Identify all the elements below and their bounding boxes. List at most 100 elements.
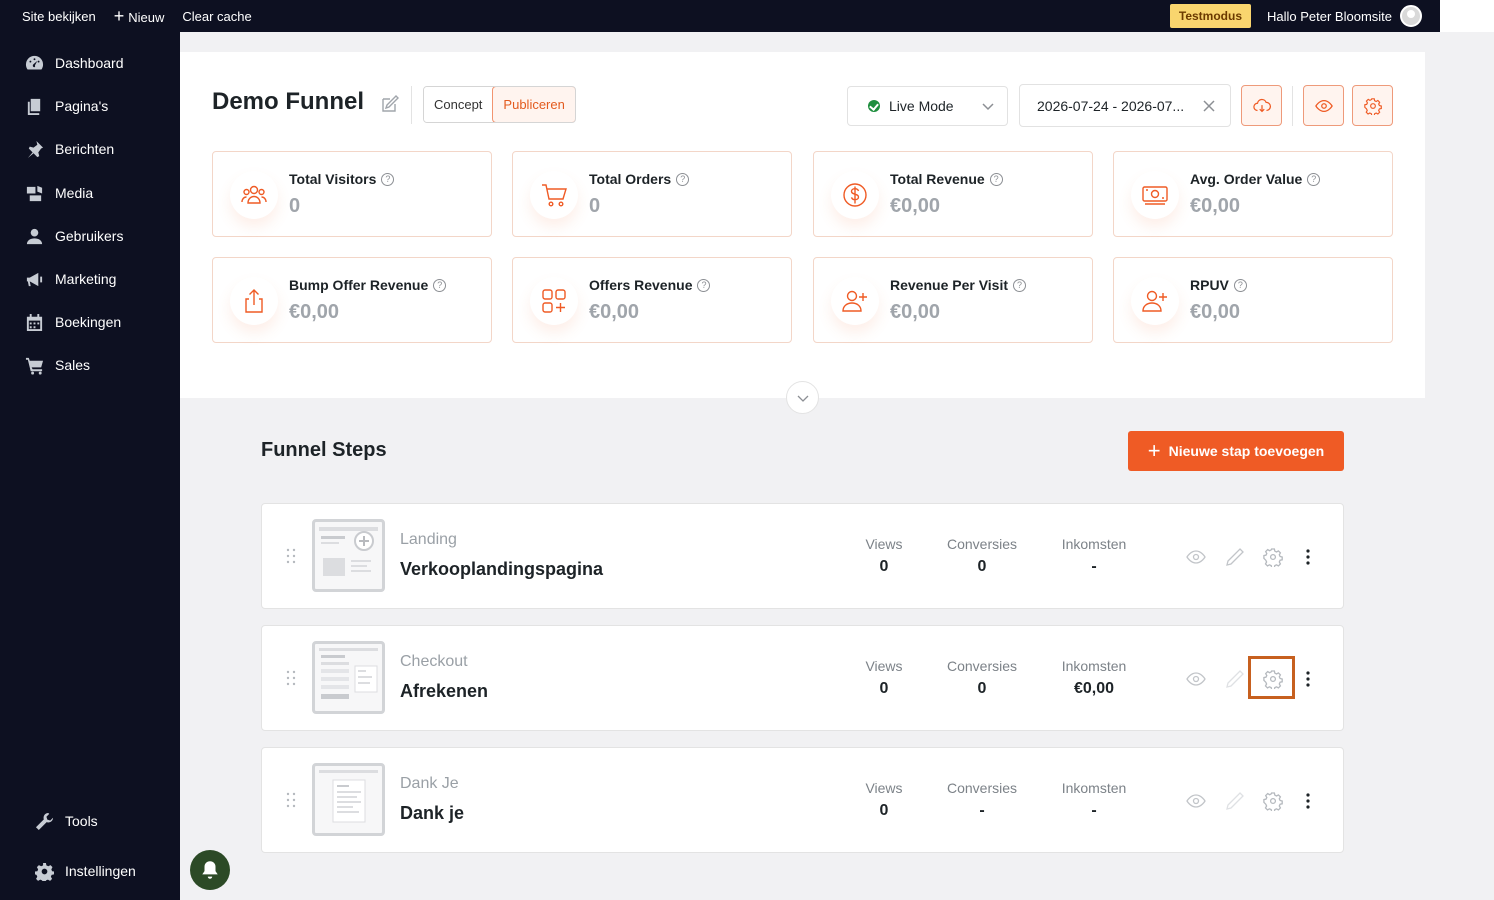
stat-card-total-visitors: Total Visitors? 0 xyxy=(212,151,492,237)
section-title: Funnel Steps xyxy=(261,439,387,461)
status-publish-option[interactable]: Publiceren xyxy=(492,87,575,122)
pencil-icon[interactable] xyxy=(1224,790,1246,812)
views-metric: Views 0 xyxy=(865,780,903,819)
stat-card-bump-offer-revenue: Bump Offer Revenue? €0,00 xyxy=(212,257,492,343)
user-greeting[interactable]: Hallo Peter Bloomsite xyxy=(1267,9,1392,24)
testmode-badge[interactable]: Testmodus xyxy=(1169,4,1251,28)
stat-value: €0,00 xyxy=(890,301,941,323)
drag-handle-icon[interactable] xyxy=(286,670,296,686)
thankyou-page-thumbnail[interactable] xyxy=(312,763,385,836)
cash-icon xyxy=(1131,171,1179,219)
gear-icon[interactable] xyxy=(1262,790,1284,812)
sidebar-item-bookings[interactable]: Boekingen xyxy=(24,312,121,332)
more-vertical-icon[interactable] xyxy=(1297,668,1319,690)
sidebar-item-dashboard[interactable]: Dashboard xyxy=(24,53,124,73)
status-toggle: Concept Publiceren xyxy=(423,86,576,123)
more-vertical-icon[interactable] xyxy=(1297,790,1319,812)
sidebar-item-users[interactable]: Gebruikers xyxy=(24,226,123,246)
bell-icon xyxy=(202,861,218,879)
user-plus-icon xyxy=(1131,277,1179,325)
pencil-icon[interactable] xyxy=(1224,546,1246,568)
user-icon xyxy=(24,226,44,246)
funnel-step-row: Checkout Afrekenen Views 0 Conversies 0 … xyxy=(261,625,1344,731)
cart-icon xyxy=(24,355,44,375)
collapse-toggle-button[interactable] xyxy=(786,381,819,414)
help-icon[interactable]: ? xyxy=(433,278,447,292)
drag-handle-icon[interactable] xyxy=(286,792,296,808)
avatar[interactable] xyxy=(1400,5,1422,27)
status-concept-option[interactable]: Concept xyxy=(424,87,493,122)
export-button[interactable] xyxy=(1241,85,1282,126)
cloud-download-icon xyxy=(1252,98,1271,112)
sidebar-item-sales[interactable]: Sales xyxy=(24,355,90,375)
conversions-metric: Conversies 0 xyxy=(946,536,1018,575)
sidebar-item-media[interactable]: Media xyxy=(24,183,93,203)
landing-page-thumbnail[interactable] xyxy=(312,519,385,592)
funnel-step-row: Dank Je Dank je Views 0 Conversies - Ink… xyxy=(261,747,1344,853)
help-icon[interactable]: ? xyxy=(989,172,1003,186)
help-icon[interactable]: ? xyxy=(676,172,690,186)
eye-icon xyxy=(1314,99,1333,112)
clear-date-icon[interactable] xyxy=(1202,99,1216,113)
site-view-link[interactable]: Site bekijken xyxy=(22,9,96,24)
users-icon xyxy=(230,171,278,219)
clear-cache-link[interactable]: Clear cache xyxy=(182,9,251,24)
preview-button[interactable] xyxy=(1303,85,1344,126)
cart-icon xyxy=(530,171,578,219)
help-icon[interactable]: ? xyxy=(1013,278,1027,292)
add-step-button[interactable]: + Nieuwe stap toevoegen xyxy=(1128,431,1344,471)
sidebar-item-posts[interactable]: Berichten xyxy=(24,139,114,159)
gear-icon[interactable] xyxy=(1262,546,1284,568)
help-icon[interactable]: ? xyxy=(1307,172,1321,186)
step-type: Checkout xyxy=(400,653,468,670)
stat-card-total-revenue: Total Revenue? €0,00 xyxy=(813,151,1093,237)
conversions-metric: Conversies 0 xyxy=(946,658,1018,697)
revenue-metric: Inkomsten - xyxy=(1061,780,1127,819)
user-plus-icon xyxy=(831,277,879,325)
views-metric: Views 0 xyxy=(865,658,903,697)
mode-select[interactable]: Live Mode xyxy=(847,86,1008,126)
revenue-metric: Inkomsten - xyxy=(1061,536,1127,575)
eye-icon[interactable] xyxy=(1185,546,1207,568)
stat-card-rpuv: RPUV? €0,00 xyxy=(1113,257,1393,343)
pin-icon xyxy=(24,139,44,159)
sidebar-item-settings[interactable]: Instellingen xyxy=(34,861,136,881)
pencil-icon[interactable] xyxy=(1224,668,1246,690)
dollar-icon xyxy=(831,171,879,219)
stat-value: €0,00 xyxy=(589,301,640,323)
checkout-page-thumbnail[interactable] xyxy=(312,641,385,714)
edit-icon[interactable] xyxy=(379,93,401,115)
divider xyxy=(1292,86,1293,126)
date-range-input[interactable]: 2026-07-24 - 2026-07... xyxy=(1019,84,1231,127)
share-icon xyxy=(230,277,278,325)
notification-bell-button[interactable] xyxy=(190,850,230,890)
new-link[interactable]: + Nieuw xyxy=(114,7,165,25)
sidebar-item-tools[interactable]: Tools xyxy=(34,811,98,831)
help-icon[interactable]: ? xyxy=(697,278,711,292)
stat-card-revenue-per-visit: Revenue Per Visit? €0,00 xyxy=(813,257,1093,343)
megaphone-icon xyxy=(24,269,44,289)
plus-icon: + xyxy=(113,6,125,26)
step-name[interactable]: Dank je xyxy=(400,803,464,824)
chevron-down-icon xyxy=(797,395,808,402)
help-icon[interactable]: ? xyxy=(1233,278,1247,292)
funnel-settings-button[interactable] xyxy=(1352,85,1393,126)
chevron-down-icon xyxy=(982,103,994,111)
dashboard-icon xyxy=(24,53,44,73)
step-name[interactable]: Verkooplandingspagina xyxy=(400,559,603,580)
plus-icon: + xyxy=(1147,438,1161,463)
more-vertical-icon[interactable] xyxy=(1297,546,1319,568)
eye-icon[interactable] xyxy=(1185,668,1207,690)
stat-card-total-orders: Total Orders? 0 xyxy=(512,151,792,237)
funnel-step-row: Landing Verkooplandingspagina Views 0 Co… xyxy=(261,503,1344,609)
eye-icon[interactable] xyxy=(1185,790,1207,812)
sidebar: Dashboard Pagina's Berichten Media Gebru… xyxy=(0,32,180,900)
sidebar-item-marketing[interactable]: Marketing xyxy=(24,269,116,289)
sidebar-item-pages[interactable]: Pagina's xyxy=(24,96,108,116)
step-name[interactable]: Afrekenen xyxy=(400,681,488,702)
help-icon[interactable]: ? xyxy=(381,172,395,186)
media-icon xyxy=(24,183,44,203)
drag-handle-icon[interactable] xyxy=(286,548,296,564)
wrench-icon xyxy=(34,811,54,831)
stat-card-offers-revenue: Offers Revenue? €0,00 xyxy=(512,257,792,343)
